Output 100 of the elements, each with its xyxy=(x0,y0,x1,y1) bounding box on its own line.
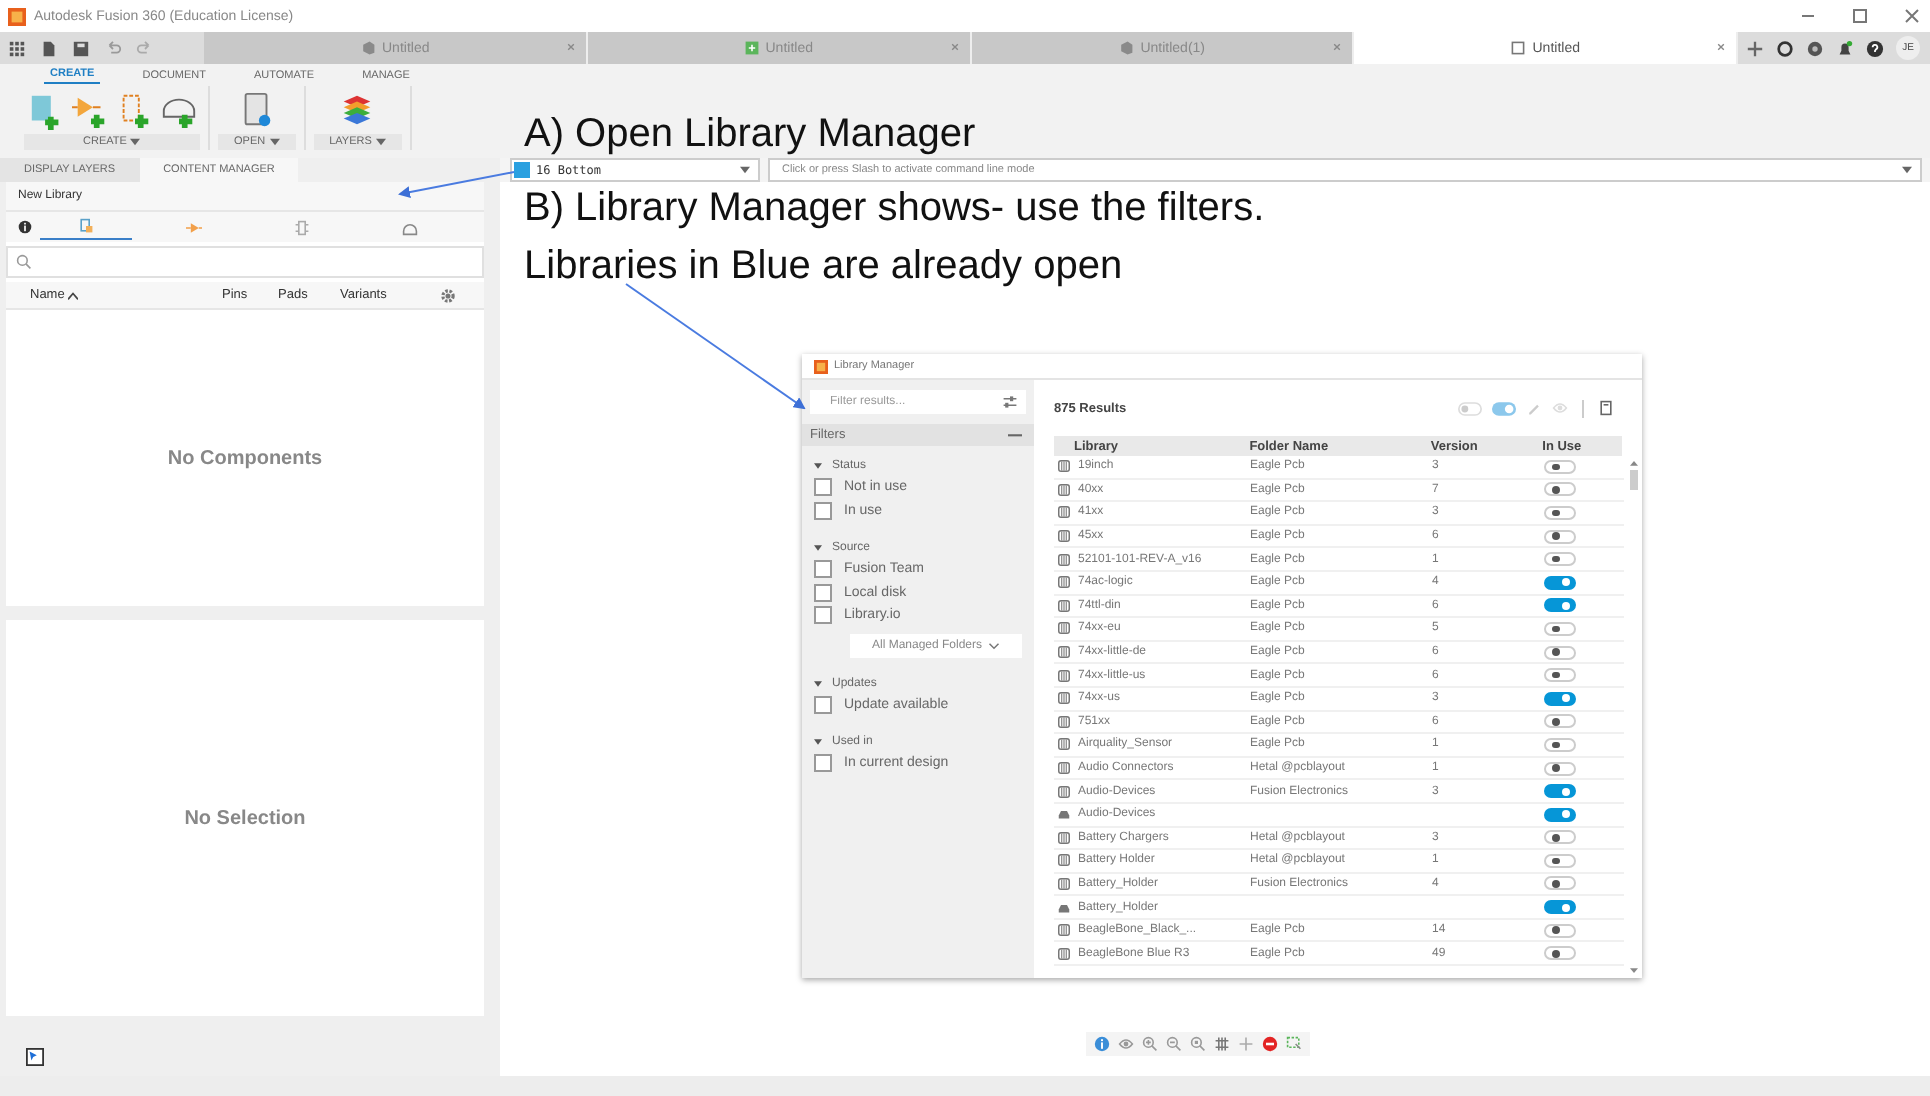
library-icon xyxy=(1058,483,1070,496)
caret-icon xyxy=(375,138,386,146)
library-icon xyxy=(1058,738,1070,751)
close-icon[interactable] xyxy=(1714,40,1728,54)
zoom-in-icon[interactable] xyxy=(1141,1036,1157,1052)
close-icon[interactable] xyxy=(563,40,578,54)
help-icon[interactable] xyxy=(1866,39,1884,57)
in-use-toggle[interactable] xyxy=(1544,459,1576,474)
cube-icon xyxy=(1118,40,1135,56)
empty-list-message: No Components xyxy=(167,447,323,469)
library-icon xyxy=(1058,599,1070,612)
filter-settings-icon[interactable] xyxy=(1002,394,1018,410)
search-icon xyxy=(16,254,32,270)
in-use-toggle[interactable] xyxy=(1544,645,1576,660)
checkbox[interactable] xyxy=(814,754,832,773)
document-icon[interactable] xyxy=(1598,400,1614,416)
expand-arrow-icon xyxy=(814,544,822,552)
new-tab-icon[interactable] xyxy=(1746,39,1764,57)
toggle-off-icon[interactable] xyxy=(1458,401,1482,415)
stop-icon[interactable] xyxy=(1261,1036,1277,1052)
app-logo-icon xyxy=(814,359,828,373)
content-tab[interactable] xyxy=(40,214,132,240)
drive-icon xyxy=(1058,901,1070,914)
in-use-toggle[interactable] xyxy=(1544,668,1576,683)
expand-arrow-icon xyxy=(814,679,822,687)
zoom-fit-icon[interactable] xyxy=(1189,1036,1205,1052)
in-use-toggle[interactable] xyxy=(1544,482,1576,497)
zoom-out-icon[interactable] xyxy=(1165,1036,1181,1052)
in-use-toggle[interactable] xyxy=(1544,761,1576,776)
grid-icon[interactable] xyxy=(1213,1036,1229,1052)
library-icon xyxy=(1058,530,1070,543)
caret-icon[interactable] xyxy=(1902,166,1912,174)
annotation-text: A) Open Library Manager xyxy=(524,110,976,158)
checkbox[interactable] xyxy=(814,606,832,625)
in-use-toggle[interactable] xyxy=(1544,946,1576,961)
library-icon xyxy=(1058,947,1070,960)
undo-icon[interactable] xyxy=(104,39,122,57)
close-icon[interactable] xyxy=(1902,6,1922,26)
settings-icon[interactable] xyxy=(440,287,456,303)
library-icon xyxy=(1510,40,1527,56)
library-icon xyxy=(1058,669,1070,682)
device-icon xyxy=(78,218,94,234)
library-icon xyxy=(1058,460,1070,473)
annotation-text: B) Library Manager shows- use the filters. xyxy=(524,184,1265,232)
selection-filter-icon[interactable] xyxy=(1285,1036,1301,1052)
info-icon[interactable] xyxy=(18,220,32,234)
checkbox[interactable] xyxy=(814,695,832,714)
save-icon[interactable] xyxy=(72,39,90,57)
cube-icon xyxy=(360,40,376,56)
checkbox[interactable] xyxy=(814,583,832,602)
in-use-toggle[interactable] xyxy=(1544,598,1576,613)
library-icon xyxy=(1058,506,1070,519)
scrollbar[interactable] xyxy=(1624,456,1642,978)
library-icon xyxy=(1058,831,1070,844)
in-use-toggle[interactable] xyxy=(1544,621,1576,636)
search-field[interactable] xyxy=(6,246,484,278)
in-use-toggle[interactable] xyxy=(1544,876,1576,891)
library-icon xyxy=(1058,854,1070,867)
in-use-toggle[interactable] xyxy=(1544,552,1576,567)
library-icon xyxy=(1058,576,1070,589)
footprint-icon xyxy=(294,219,310,235)
in-use-toggle[interactable] xyxy=(1544,505,1576,520)
caret-icon xyxy=(269,138,280,146)
eye-icon[interactable] xyxy=(1117,1036,1133,1052)
app-grid-icon[interactable] xyxy=(8,39,26,57)
symbol-icon xyxy=(186,219,202,235)
library-icon xyxy=(1058,646,1070,659)
library-icon xyxy=(1058,785,1070,798)
in-use-toggle[interactable] xyxy=(1544,807,1576,822)
in-use-toggle[interactable] xyxy=(1544,737,1576,752)
job-status-icon[interactable] xyxy=(1776,39,1794,57)
extensions-icon[interactable] xyxy=(1806,39,1824,57)
notification-icon[interactable] xyxy=(1836,39,1854,57)
library-icon xyxy=(1058,762,1070,775)
panel-toggle-icon[interactable] xyxy=(26,1048,44,1066)
in-use-toggle[interactable] xyxy=(1544,830,1576,845)
schematic-icon xyxy=(743,40,760,56)
in-use-toggle[interactable] xyxy=(1544,900,1576,915)
maximize-icon[interactable] xyxy=(1850,6,1870,26)
in-use-toggle[interactable] xyxy=(1544,575,1576,590)
checkbox[interactable] xyxy=(814,478,832,497)
in-use-toggle[interactable] xyxy=(1544,784,1576,799)
in-use-toggle[interactable] xyxy=(1544,714,1576,729)
checkbox[interactable] xyxy=(814,560,832,579)
close-icon[interactable] xyxy=(1330,40,1345,54)
checkbox[interactable] xyxy=(814,501,832,520)
scroll-up-icon[interactable] xyxy=(1629,460,1637,466)
caret-icon xyxy=(740,166,750,174)
scroll-down-icon[interactable] xyxy=(1629,968,1637,974)
in-use-toggle[interactable] xyxy=(1544,691,1576,706)
expand-arrow-icon xyxy=(814,738,822,746)
expand-arrow-icon xyxy=(814,462,822,470)
close-icon[interactable] xyxy=(947,40,961,54)
in-use-toggle[interactable] xyxy=(1544,529,1576,544)
toggle-on-icon[interactable] xyxy=(1492,401,1516,415)
annotation-arrow xyxy=(398,171,515,198)
in-use-toggle[interactable] xyxy=(1544,853,1576,868)
library-icon xyxy=(1058,715,1070,728)
in-use-toggle[interactable] xyxy=(1544,923,1576,938)
file-icon[interactable] xyxy=(40,39,58,57)
